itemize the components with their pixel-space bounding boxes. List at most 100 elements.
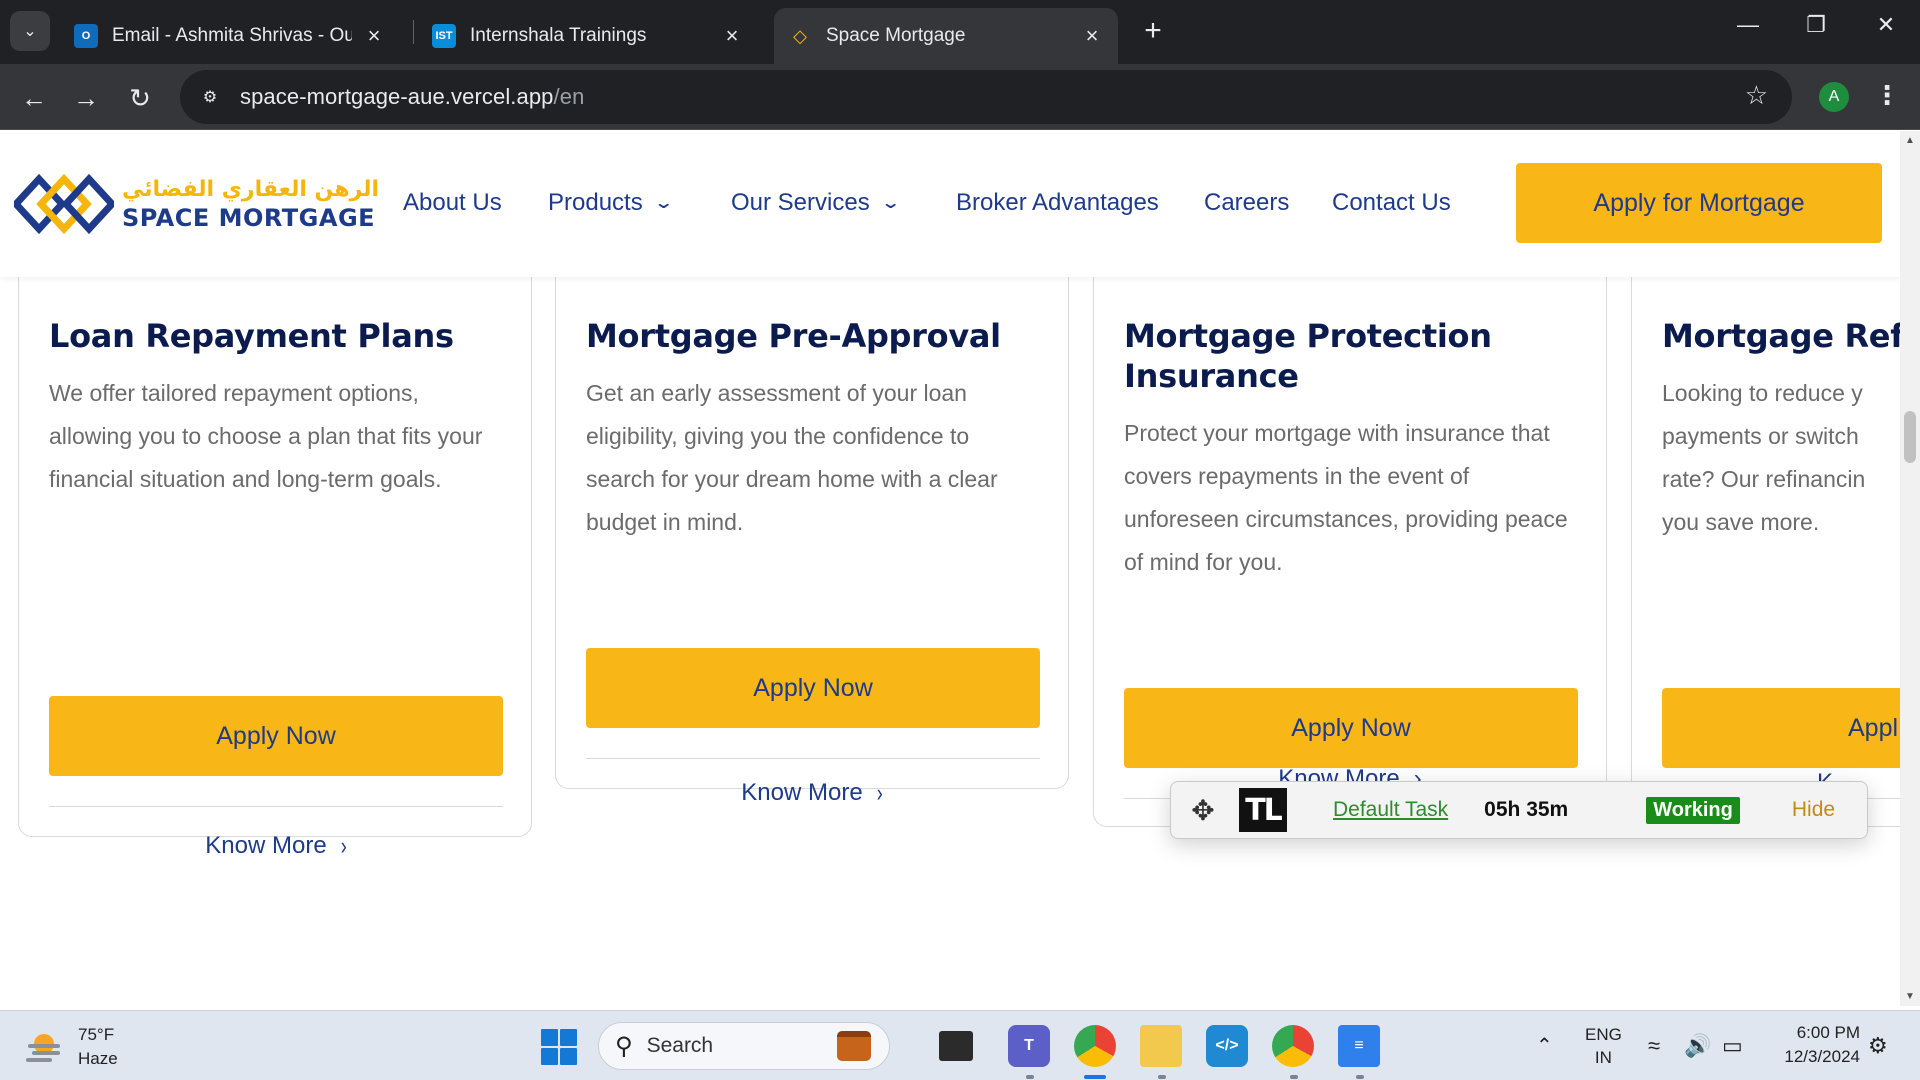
tracker-status-badge: Working — [1646, 796, 1740, 824]
nav-careers[interactable]: Careers — [1204, 189, 1289, 217]
taskbar-indicator — [1356, 1075, 1364, 1079]
taskbar-indicator — [1158, 1075, 1166, 1079]
weather-temp: 75°F — [78, 1025, 115, 1044]
taskbar-indicator — [1026, 1075, 1034, 1079]
language-indicator[interactable]: ENG IN — [1585, 1023, 1622, 1069]
file-explorer-icon[interactable] — [1140, 1025, 1182, 1067]
apply-now-button[interactable]: Apply Now — [1124, 688, 1578, 768]
more-menu-icon[interactable]: ⋮ — [1874, 80, 1900, 111]
notification-icon[interactable]: ⚙ — [1868, 1033, 1888, 1059]
tracker-logo: TL — [1239, 788, 1287, 832]
page-viewport: الرهن العقاري الفضائي SPACE MORTGAGE Abo… — [0, 131, 1900, 1006]
internshala-icon: IST — [432, 24, 456, 48]
volume-icon[interactable]: 🔊 — [1684, 1033, 1711, 1059]
card-title: Loan Repayment Plans — [49, 317, 454, 355]
card-description: Protect your mortgage with insurance tha… — [1124, 420, 1568, 575]
browser-toolbar: ← → ↻ ⚙ space-mortgage-aue.vercel.app/en… — [0, 64, 1920, 130]
task-view-icon[interactable] — [939, 1031, 973, 1061]
tracker-hide-button[interactable]: Hide — [1792, 798, 1835, 822]
reload-icon[interactable]: ↻ — [120, 78, 160, 118]
profile-avatar[interactable]: A — [1819, 82, 1849, 112]
close-tab-icon[interactable]: × — [720, 23, 744, 49]
card-title: Mortgage Refi — [1662, 317, 1900, 355]
logo-arabic-text: الرهن العقاري الفضائي — [122, 176, 380, 202]
apply-now-button[interactable]: Apply Now — [586, 648, 1040, 728]
nav-broker-advantages[interactable]: Broker Advantages — [956, 189, 1159, 217]
tab-separator — [413, 20, 414, 44]
page-scrollbar[interactable]: ▲ ▼ — [1900, 131, 1920, 1006]
windows-start-icon[interactable] — [541, 1029, 577, 1065]
chevron-right-icon: › — [340, 831, 347, 860]
card-divider — [49, 806, 503, 807]
teams-icon[interactable]: T — [1008, 1025, 1050, 1067]
close-tab-icon[interactable]: × — [1080, 23, 1104, 49]
restore-icon[interactable]: ❐ — [1796, 12, 1836, 38]
apply-now-button[interactable]: Apply Now — [49, 696, 503, 776]
chevron-right-icon: › — [1413, 767, 1422, 781]
minimize-icon[interactable]: — — [1728, 12, 1768, 38]
card-title: Mortgage Pre-Approval — [586, 317, 1001, 355]
tab-internshala[interactable]: IST Internshala Trainings × — [418, 8, 758, 64]
card-title: Mortgage Protection Insurance — [1124, 317, 1492, 395]
apply-now-button[interactable]: Appl — [1662, 688, 1900, 768]
scroll-down-icon[interactable]: ▼ — [1900, 991, 1920, 1002]
apply-for-mortgage-button[interactable]: Apply for Mortgage — [1516, 163, 1882, 243]
vscode-icon[interactable]: </> — [1206, 1025, 1248, 1067]
weather-condition: Haze — [78, 1049, 118, 1068]
scrollbar-thumb[interactable] — [1904, 411, 1916, 463]
know-more-link[interactable]: Know More › — [555, 778, 1069, 807]
tab-outlook[interactable]: O Email - Ashmita Shrivas - Outlook × — [60, 8, 400, 64]
scroll-up-icon[interactable]: ▲ — [1900, 135, 1920, 146]
space-mortgage-favicon: ◇ — [793, 25, 807, 46]
site-header: الرهن العقاري الفضائي SPACE MORTGAGE Abo… — [0, 131, 1900, 277]
back-icon[interactable]: ← — [14, 78, 54, 118]
chevron-down-icon: ⌄ — [653, 195, 674, 212]
service-card-protection-insurance: Mortgage Protection Insurance Protect yo… — [1093, 191, 1607, 827]
chrome-profile-icon[interactable] — [1272, 1025, 1314, 1067]
address-bar[interactable]: ⚙ space-mortgage-aue.vercel.app/en ☆ — [180, 70, 1792, 124]
card-description: Get an early assessment of your loan eli… — [586, 380, 998, 535]
wifi-icon[interactable]: ≈ — [1648, 1033, 1660, 1059]
close-tab-icon[interactable]: × — [362, 23, 386, 49]
card-divider — [586, 758, 1040, 759]
know-more-link[interactable]: Know More › — [1093, 767, 1607, 781]
close-window-icon[interactable]: ✕ — [1866, 12, 1906, 38]
card-description: We offer tailored repayment options, all… — [49, 380, 483, 492]
service-card-loan-repayment: Loan Repayment Plans We offer tailored r… — [18, 191, 532, 859]
nav-our-services[interactable]: Our Services ⌄ — [731, 189, 901, 217]
tab-space-mortgage[interactable]: ◇ Space Mortgage × — [774, 8, 1118, 64]
forward-icon[interactable]: → — [66, 78, 106, 118]
system-clock[interactable]: 6:00 PM 12/3/2024 — [1764, 1021, 1860, 1069]
card-description: Looking to reduce y payments or switch r… — [1662, 380, 1866, 535]
chevron-down-icon: ⌄ — [880, 195, 901, 212]
taskbar-indicator-active — [1084, 1075, 1106, 1079]
service-card-pre-approval: Mortgage Pre-Approval Get an early asses… — [555, 191, 1069, 789]
taskbar-search[interactable]: ⚲ Search — [598, 1022, 890, 1070]
nav-about-us[interactable]: About Us — [403, 189, 502, 217]
new-tab-button[interactable]: + — [1136, 14, 1170, 48]
site-logo[interactable]: الرهن العقاري الفضائي SPACE MORTGAGE — [11, 169, 380, 239]
chrome-icon[interactable] — [1074, 1025, 1116, 1067]
battery-icon[interactable]: ▭ — [1722, 1033, 1743, 1059]
tab-search-button[interactable]: ⌄ — [10, 11, 50, 51]
service-card-refinancing: Mortgage Refi Looking to reduce y paymen… — [1631, 191, 1900, 827]
know-more-link[interactable]: Know More › — [49, 831, 503, 860]
briefcase-icon — [837, 1031, 871, 1061]
chevron-down-icon: ⌄ — [23, 23, 37, 40]
tracker-time: 05h 35m — [1484, 798, 1569, 821]
show-hidden-icons-icon[interactable]: ⌃ — [1536, 1033, 1553, 1058]
nav-products[interactable]: Products ⌄ — [548, 189, 674, 217]
nav-contact-us[interactable]: Contact Us — [1332, 189, 1451, 217]
tracker-task-link[interactable]: Default Task — [1333, 798, 1448, 822]
search-icon: ⚲ — [615, 1032, 633, 1060]
bookmark-star-icon[interactable]: ☆ — [1745, 80, 1768, 111]
browser-tab-bar: ⌄ O Email - Ashmita Shrivas - Outlook × … — [0, 0, 1920, 64]
move-icon[interactable]: ✥ — [1185, 794, 1221, 827]
notepad-icon[interactable]: ≡ — [1338, 1025, 1380, 1067]
site-info-icon[interactable]: ⚙ — [188, 79, 232, 115]
url-text[interactable]: space-mortgage-aue.vercel.app/en — [240, 84, 584, 110]
taskbar-indicator — [1290, 1075, 1298, 1079]
logo-diamond-icon — [11, 169, 117, 239]
outlook-icon: O — [74, 24, 98, 48]
weather-widget[interactable]: 75°F Haze — [24, 1023, 118, 1071]
